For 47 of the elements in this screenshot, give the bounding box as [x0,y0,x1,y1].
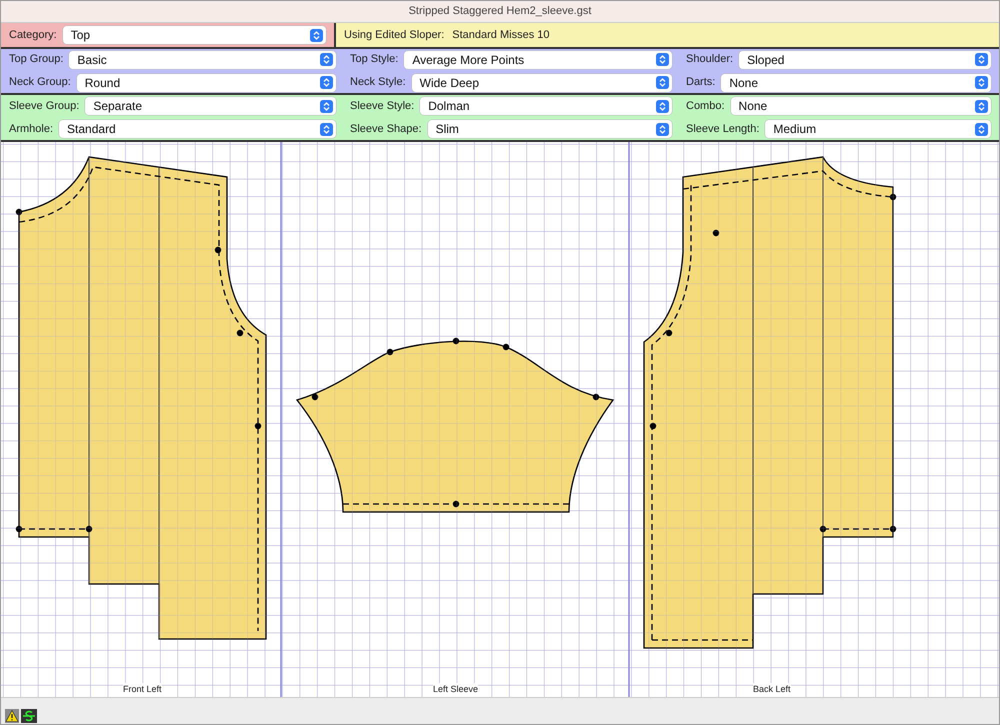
field-label: Sleeve Group: [9,98,80,114]
field-label: Neck Group: [9,75,71,90]
sloper-value: Standard Misses 10 [452,28,550,43]
field-label: Neck Style: [350,75,406,90]
dropdown-select[interactable]: Sloped [739,50,991,68]
window-title: Stripped Staggered Hem2_sleeve.gst [408,4,592,20]
dropdown-select[interactable]: None [721,74,991,92]
dropdown-select[interactable]: Round [76,74,336,92]
dropdown-select[interactable]: Separate [85,97,336,115]
stepper-icon [320,122,333,136]
piece-label: Left Sleeve [433,683,478,696]
stepper-icon [656,100,669,112]
stepper-icon [320,100,333,112]
warning-icon[interactable] [5,709,19,723]
field-label: Top Style: [350,52,398,68]
field-label: Sleeve Style: [350,98,414,114]
stepper-icon [310,28,323,42]
dropdown-select[interactable]: Basic [69,50,336,68]
dropdown-select[interactable]: Top [62,26,326,44]
dropdown-select[interactable]: Medium [765,120,991,138]
status-icon[interactable] [21,709,37,723]
dropdown-select[interactable]: Average More Points [404,50,672,68]
sloper-label: Using Edited Sloper: [344,28,444,43]
dropdown-select[interactable]: Slim [428,120,672,138]
field-label: Top Group: [9,52,64,68]
dropdown-select[interactable]: Standard [59,120,336,138]
stepper-icon [320,76,333,89]
dropdown-select[interactable]: Wide Deep [412,74,672,92]
dropdown-select[interactable]: Dolman [420,97,672,115]
dropdown-select[interactable]: None [730,97,991,115]
stepper-icon [656,53,669,66]
field-label: Shoulder: [686,52,734,68]
stepper-icon [975,76,988,89]
stepper-icon [320,53,333,66]
field-label: Sleeve Length: [686,122,760,137]
piece-label: Front Left [123,683,162,696]
field-label: Armhole: [9,122,54,137]
stepper-icon [975,53,988,66]
stepper-icon [975,122,988,136]
field-label: Sleeve Shape: [350,122,422,137]
stepper-icon [975,100,988,112]
field-label: Category: [9,28,57,43]
stepper-icon [656,76,669,89]
field-label: Darts: [686,75,716,90]
field-label: Combo: [686,98,725,114]
stepper-icon [656,122,669,136]
piece-label: Back Left [753,683,791,696]
